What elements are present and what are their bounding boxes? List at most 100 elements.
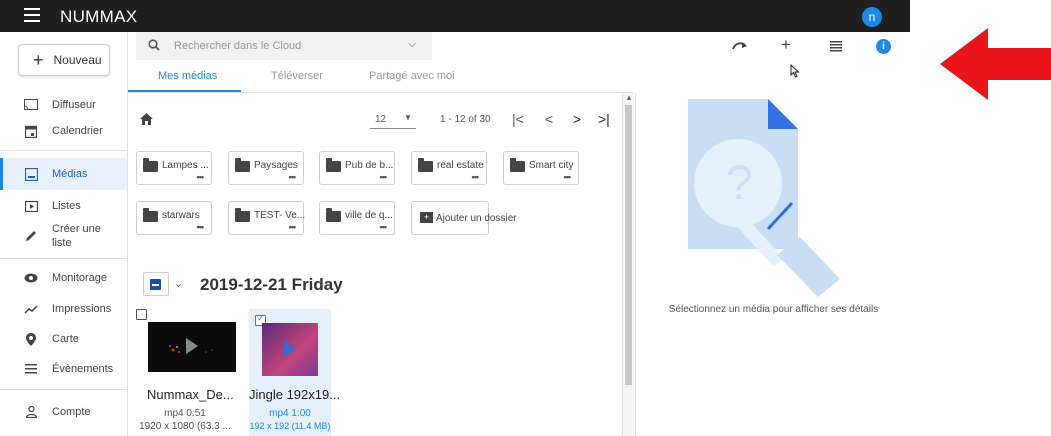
hamburger-menu-icon[interactable] [24,8,40,22]
sidebar-divider [0,389,127,390]
sidebar-item-label: Impressions [52,303,112,315]
redo-icon[interactable] [732,37,748,54]
folder-item[interactable]: starwars ••• [136,201,212,235]
svg-text:?: ? [726,157,753,210]
media-type: mp4 0:51 [164,408,206,419]
more-icon[interactable]: ••• [289,222,297,232]
group-select-checkbox[interactable] [143,272,169,296]
search-input[interactable]: Rechercher dans le Cloud [174,40,301,52]
person-icon [24,405,38,419]
more-icon[interactable]: ••• [564,172,572,182]
chevron-down-icon[interactable]: ⌄ [174,277,183,290]
menu-lines-icon[interactable] [830,39,842,56]
sidebar-item-label: Évènements [52,363,114,375]
sidebar-item-creer-liste[interactable]: Créer une liste [0,221,127,251]
folder-icon [326,158,341,172]
sidebar-divider [0,150,127,151]
tab-televerser[interactable]: Téléverser [271,70,323,82]
folder-name: Smart city [529,160,574,171]
sidebar-item-label: Diffuseur [52,99,96,111]
more-icon[interactable]: ••• [289,172,297,182]
active-tab-indicator [128,90,241,92]
caret-down-icon[interactable]: ▼ [404,113,412,122]
tab-partage[interactable]: Partagé avec moi [369,70,455,82]
sidebar-item-listes[interactable]: Listes [0,196,127,216]
video-thumbnail [262,323,318,376]
folder-item[interactable]: Pub de b... ••• [319,151,395,185]
map-pin-icon [24,332,38,346]
cast-icon [24,98,38,112]
app-brand: NUMMAX [60,7,138,26]
sidebar-item-label: Compte [52,406,91,418]
media-name: Jingle 192x19... [249,387,341,402]
media-item-selected[interactable]: Jingle 192x19... mp4 1:00 192 x 192 (11.… [249,309,340,436]
media-name: Nummax_De... [147,387,234,402]
sidebar-item-calendrier[interactable]: Calendrier [0,119,127,143]
prev-page-icon[interactable]: < [545,111,553,127]
search-icon [148,38,160,54]
sidebar-item-label: Médias [52,168,88,180]
more-icon[interactable]: ••• [380,222,388,232]
add-folder-button[interactable]: + Ajouter un dossier [411,201,517,235]
sidebar-item-impressions[interactable]: Impressions [0,299,127,319]
trending-icon [24,302,38,316]
more-icon[interactable]: ••• [197,222,205,232]
page-range: 1 - 12 of 30 [440,114,491,125]
add-icon[interactable]: + [781,35,791,55]
folder-name: real estate [437,160,484,171]
chevron-down-icon[interactable]: ⌵ [408,39,416,50]
playlist-icon [24,199,38,213]
media-type: mp4 1:00 [269,408,311,419]
first-page-icon[interactable]: |< [512,111,524,127]
folder-item[interactable]: real estate ••• [411,151,487,185]
sidebar-item-label: Calendrier [52,125,103,137]
folder-item[interactable]: Lampes ... ••• [136,151,212,185]
sidebar-item-label: Créer une liste [52,223,101,249]
per-page-underline [370,128,416,129]
last-page-icon[interactable]: >| [598,111,610,127]
sidebar-item-medias[interactable]: Médias [0,158,127,190]
sidebar-divider [0,258,127,259]
folder-name: Paysages [254,160,298,171]
folder-item[interactable]: Paysages ••• [228,151,304,185]
home-icon[interactable] [140,112,153,128]
folder-item[interactable]: Smart city ••• [503,151,579,185]
folder-icon [143,158,158,172]
new-button[interactable]: + Nouveau [18,44,110,76]
scroll-up-icon[interactable]: ▲ [625,93,633,102]
sidebar-item-evenements[interactable]: Évènements [0,359,127,379]
sidebar-item-monitorage[interactable]: Monitorage [0,268,127,288]
more-icon[interactable]: ••• [472,172,480,182]
tab-mes-medias[interactable]: Mes médias [158,70,217,82]
folder-item[interactable]: TEST- Ve... ••• [228,201,306,235]
media-item[interactable]: Nummax_De... mp4 0:51 1920 x 1080 (63.3 … [129,309,236,436]
add-folder-icon: + [420,212,433,223]
sidebar-item-carte[interactable]: Carte [0,329,127,349]
more-icon[interactable]: ••• [197,172,205,182]
pencil-icon [24,229,38,243]
media-checkbox[interactable] [136,309,147,320]
more-icon[interactable]: ••• [380,172,388,182]
user-avatar[interactable]: n [862,7,882,27]
scrollbar-thumb[interactable] [625,105,632,385]
search-bar[interactable]: Rechercher dans le Cloud ⌵ [136,32,432,60]
media-dimensions: 192 x 192 (11.4 MB) [249,421,331,431]
folder-item[interactable]: ville de q... ••• [319,201,395,235]
list-icon [24,362,38,376]
sidebar-item-diffuseur[interactable]: Diffuseur [0,93,127,117]
sidebar-item-compte[interactable]: Compte [0,402,127,422]
info-icon[interactable]: i [876,39,891,54]
folder-name: Pub de b... [345,160,394,171]
play-icon [186,338,198,354]
folder-icon [418,158,433,172]
media-dimensions: 1920 x 1080 (63.3 ... [139,421,231,432]
folder-name: TEST- Ve... [254,210,306,221]
folder-name: ville de q... [345,210,393,221]
content-scrollbar[interactable]: ▲ [622,93,634,436]
play-icon [284,341,296,357]
next-page-icon[interactable]: > [573,111,581,127]
empty-detail-message: Sélectionnez un média pour afficher ses … [668,304,879,315]
folder-icon [235,158,250,172]
top-bar: NUMMAX n [0,0,910,32]
per-page-select[interactable]: 12 [375,114,386,125]
